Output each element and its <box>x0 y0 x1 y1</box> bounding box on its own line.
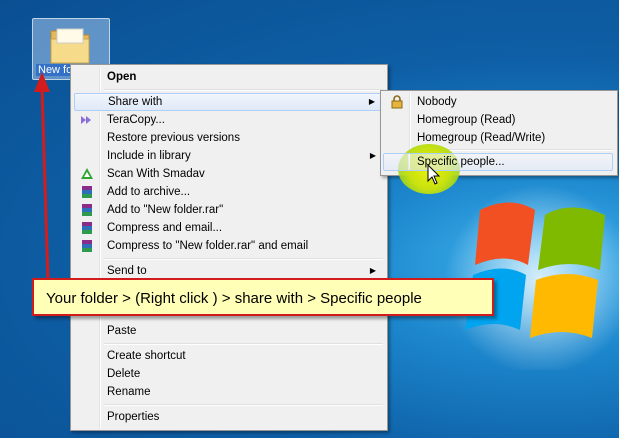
context-menu: Open Share with ▶ TeraCopy... Restore pr… <box>70 64 388 431</box>
menu-separator <box>104 89 383 91</box>
teracopy-icon <box>81 116 91 124</box>
menu-item-add-archive[interactable]: Add to archive... <box>74 183 384 201</box>
menu-item-open[interactable]: Open <box>74 68 384 86</box>
winrar-icon <box>82 204 92 216</box>
red-arrow-annotation <box>34 72 50 283</box>
windows-logo <box>445 185 619 370</box>
folder-icon <box>50 28 90 64</box>
menu-separator <box>104 404 383 406</box>
share-with-submenu-lower: Specific people... <box>380 152 616 172</box>
submenu-arrow-icon: ▶ <box>369 151 376 160</box>
menu-item-rename[interactable]: Rename <box>74 383 384 401</box>
winrar-icon <box>82 186 92 198</box>
menu-item-properties[interactable]: Properties <box>74 408 384 426</box>
menu-item-delete[interactable]: Delete <box>74 365 384 383</box>
menu-item-restore-versions[interactable]: Restore previous versions <box>74 129 384 147</box>
winrar-icon <box>82 222 92 234</box>
submenu-item-specific-people[interactable]: Specific people... <box>383 153 613 171</box>
menu-item-compress-rar-email[interactable]: Compress to "New folder.rar" and email <box>74 237 384 255</box>
submenu-item-homegroup-read[interactable]: Homegroup (Read) <box>384 111 614 129</box>
menu-item-paste[interactable]: Paste <box>74 322 384 340</box>
menu-item-compress-email[interactable]: Compress and email... <box>74 219 384 237</box>
smadav-icon <box>81 168 93 179</box>
menu-item-add-to-rar[interactable]: Add to "New folder.rar" <box>74 201 384 219</box>
submenu-arrow-icon: ▶ <box>368 97 375 106</box>
menu-item-share-with[interactable]: Share with ▶ <box>74 93 384 111</box>
winrar-icon <box>82 240 92 252</box>
menu-separator <box>104 258 383 260</box>
menu-item-teracopy[interactable]: TeraCopy... <box>74 111 384 129</box>
menu-item-create-shortcut[interactable]: Create shortcut <box>74 347 384 365</box>
menu-item-scan-smadav[interactable]: Scan With Smadav <box>74 165 384 183</box>
menu-separator <box>104 343 383 345</box>
instruction-callout: Your folder > (Right click ) > share wit… <box>32 278 494 316</box>
submenu-item-nobody[interactable]: Nobody <box>384 93 614 111</box>
lock-icon <box>391 95 403 109</box>
mouse-cursor-icon <box>427 164 441 185</box>
menu-item-include-library[interactable]: Include in library ▶ <box>74 147 384 165</box>
